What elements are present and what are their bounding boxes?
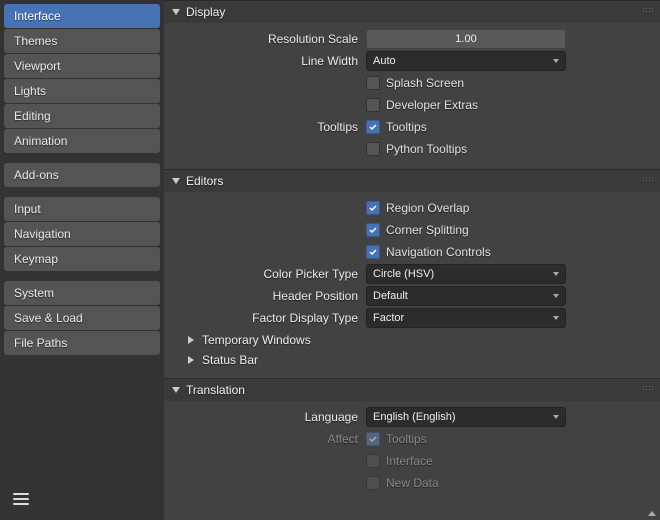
- panel-header-display[interactable]: Display: [164, 1, 660, 23]
- corner-splitting-label: Corner Splitting: [386, 223, 469, 237]
- subpanel-status-bar[interactable]: Status Bar: [176, 350, 648, 370]
- disclosure-triangle-right-icon: [188, 356, 194, 364]
- drag-grip-icon[interactable]: [642, 385, 654, 391]
- python-tooltips-checkbox[interactable]: [366, 142, 380, 156]
- sidebar-item-system[interactable]: System: [4, 281, 160, 305]
- sidebar-item-navigation[interactable]: Navigation: [4, 222, 160, 246]
- chevron-up-icon[interactable]: [648, 511, 656, 516]
- developer-extras-label: Developer Extras: [386, 98, 478, 112]
- navigation-controls-label: Navigation Controls: [386, 245, 491, 259]
- sidebar: Interface Themes Viewport Lights Editing…: [0, 0, 164, 520]
- resolution-scale-field[interactable]: 1.00: [366, 29, 566, 49]
- sidebar-item-keymap[interactable]: Keymap: [4, 247, 160, 271]
- sidebar-item-animation[interactable]: Animation: [4, 129, 160, 153]
- subpanel-temporary-windows[interactable]: Temporary Windows: [176, 330, 648, 350]
- color-picker-select[interactable]: Circle (HSV): [366, 264, 566, 284]
- drag-grip-icon[interactable]: [642, 7, 654, 13]
- panel-header-editors[interactable]: Editors: [164, 170, 660, 192]
- sidebar-item-file-paths[interactable]: File Paths: [4, 331, 160, 355]
- disclosure-triangle-icon: [172, 178, 180, 184]
- python-tooltips-label: Python Tooltips: [386, 142, 467, 156]
- sidebar-item-addons[interactable]: Add-ons: [4, 163, 160, 187]
- splash-screen-label: Splash Screen: [386, 76, 464, 90]
- panel-title: Translation: [186, 383, 245, 397]
- sidebar-item-lights[interactable]: Lights: [4, 79, 160, 103]
- panel-title: Editors: [186, 174, 223, 188]
- disclosure-triangle-icon: [172, 9, 180, 15]
- affect-interface-label: Interface: [386, 454, 433, 468]
- label-language: Language: [176, 410, 366, 424]
- line-width-select[interactable]: Auto: [366, 51, 566, 71]
- affect-newdata-label: New Data: [386, 476, 439, 490]
- disclosure-triangle-right-icon: [188, 336, 194, 344]
- sidebar-item-interface[interactable]: Interface: [4, 4, 160, 28]
- region-overlap-checkbox[interactable]: [366, 201, 380, 215]
- label-affect: Affect: [176, 432, 366, 446]
- language-select[interactable]: English (English): [366, 407, 566, 427]
- developer-extras-checkbox[interactable]: [366, 98, 380, 112]
- header-position-select[interactable]: Default: [366, 286, 566, 306]
- label-header-position: Header Position: [176, 289, 366, 303]
- affect-tooltips-checkbox: [366, 432, 380, 446]
- label-color-picker: Color Picker Type: [176, 267, 366, 281]
- splash-screen-checkbox[interactable]: [366, 76, 380, 90]
- sidebar-item-save-load[interactable]: Save & Load: [4, 306, 160, 330]
- drag-grip-icon[interactable]: [642, 176, 654, 182]
- disclosure-triangle-icon: [172, 387, 180, 393]
- tooltips-checkbox[interactable]: [366, 120, 380, 134]
- hamburger-menu-icon[interactable]: [8, 486, 34, 512]
- panel-editors: Editors Region Overlap Corner Splitting: [164, 169, 660, 378]
- panel-title: Display: [186, 5, 225, 19]
- region-overlap-label: Region Overlap: [386, 201, 469, 215]
- panel-header-translation[interactable]: Translation: [164, 379, 660, 401]
- sidebar-item-input[interactable]: Input: [4, 197, 160, 221]
- navigation-controls-checkbox[interactable]: [366, 245, 380, 259]
- panel-translation: Translation Language English (English) A…: [164, 378, 660, 503]
- main-content: Display Resolution Scale 1.00 Line Width…: [164, 0, 660, 520]
- panel-display: Display Resolution Scale 1.00 Line Width…: [164, 0, 660, 169]
- affect-tooltips-label: Tooltips: [386, 432, 427, 446]
- sidebar-item-editing[interactable]: Editing: [4, 104, 160, 128]
- corner-splitting-checkbox[interactable]: [366, 223, 380, 237]
- label-resolution-scale: Resolution Scale: [176, 32, 366, 46]
- sidebar-item-themes[interactable]: Themes: [4, 29, 160, 53]
- label-tooltips: Tooltips: [176, 120, 366, 134]
- tooltips-label: Tooltips: [386, 120, 427, 134]
- sidebar-item-viewport[interactable]: Viewport: [4, 54, 160, 78]
- label-line-width: Line Width: [176, 54, 366, 68]
- affect-newdata-checkbox: [366, 476, 380, 490]
- label-factor-display: Factor Display Type: [176, 311, 366, 325]
- affect-interface-checkbox: [366, 454, 380, 468]
- factor-display-select[interactable]: Factor: [366, 308, 566, 328]
